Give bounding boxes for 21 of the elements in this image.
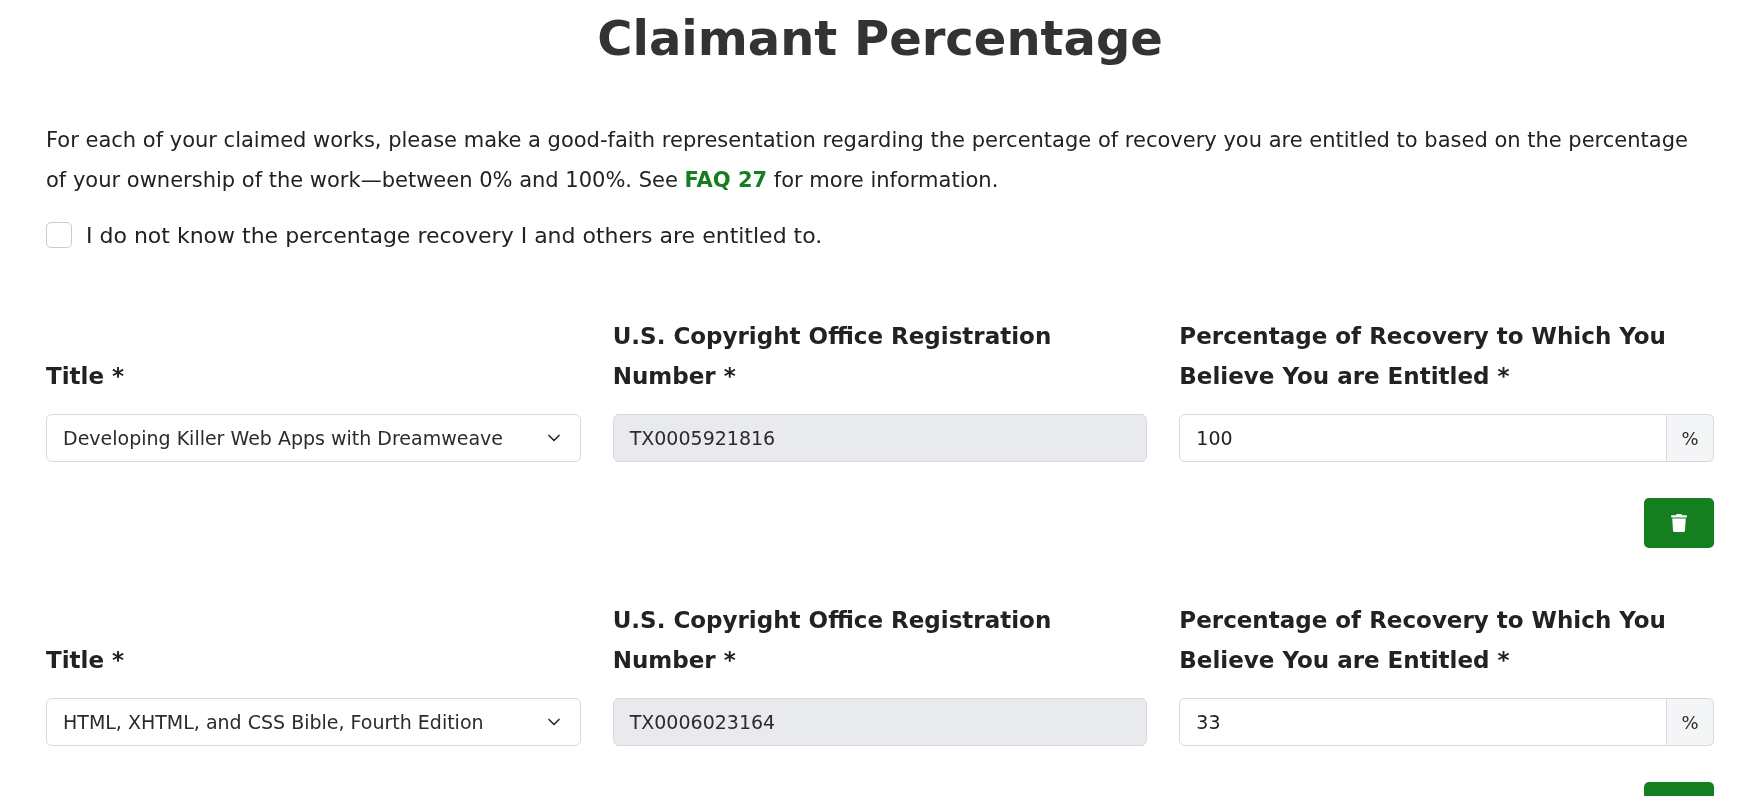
faq-link[interactable]: FAQ 27 — [684, 168, 768, 192]
trash-icon — [1670, 514, 1688, 532]
percent-addon: % — [1667, 698, 1714, 746]
title-select[interactable]: Developing Killer Web Apps with Dreamweave — [46, 414, 581, 462]
registration-field: TX0005921816 — [612, 414, 1148, 462]
field-label: Percentage of Recovery to Which You Believe You are Entitled * — [1179, 322, 1667, 391]
percentage-input[interactable]: 33 — [1179, 698, 1667, 746]
field-label: Title * — [46, 362, 126, 391]
intro-paragraph: For each of your claimed works, please make a good-faith representation regarding the percentage of recovery you are entitled to based on the percentage of your ownership of the work—between 0% and 100%. See FAQ 27 for more information. — [46, 127, 1689, 194]
field-label: Title * — [46, 646, 126, 675]
title-select[interactable]: HTML, XHTML, and CSS Bible, Fourth Edition — [46, 698, 581, 746]
delete-button[interactable] — [1644, 498, 1714, 548]
percentage-input[interactable]: 100 — [1179, 414, 1667, 462]
registration-field: TX0006023164 — [612, 698, 1148, 746]
field-label: Percentage of Recovery to Which You Believe You are Entitled * — [1179, 606, 1667, 675]
field-label: U.S. Copyright Office Registration Number * — [612, 322, 1053, 391]
page-title: Claimant Percentage — [596, 9, 1164, 68]
field-label: U.S. Copyright Office Registration Number * — [612, 606, 1053, 675]
checkbox-label: I do not know the percentage recovery I and others are entitled to. — [86, 222, 823, 248]
checkbox[interactable] — [46, 222, 72, 248]
percent-addon: % — [1667, 414, 1714, 462]
